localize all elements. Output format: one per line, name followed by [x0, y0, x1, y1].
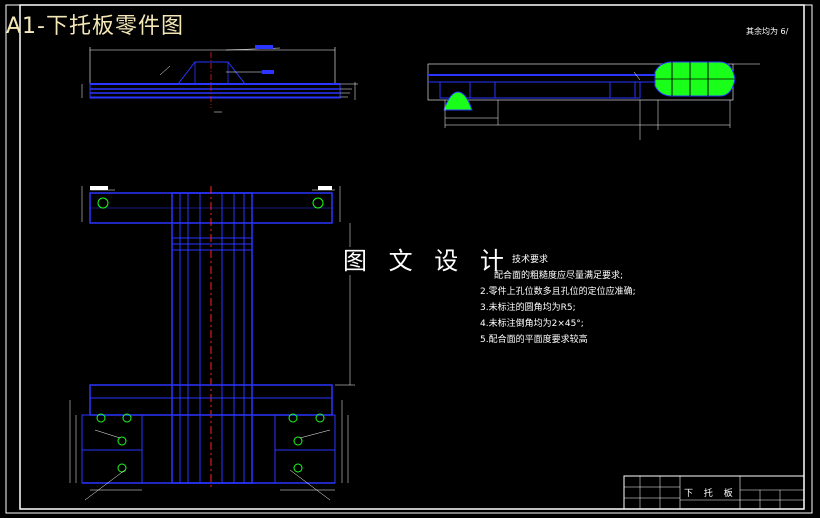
- technical-requirements: 技术要求 配合面的粗糙度应尽量满足要求; 2.零件上孔位数多且孔位的定位应准确;…: [480, 252, 636, 348]
- plan-view: [69, 186, 355, 501]
- drawing-title: A1-下托板零件图: [6, 14, 184, 39]
- side-view: [427, 61, 760, 140]
- requirement-item: 3.未标注的圆角均为R5;: [480, 303, 576, 313]
- requirement-item: 4.未标注倒角均为2×45°;: [480, 319, 584, 329]
- requirement-item: 配合面的粗糙度应尽量满足要求;: [494, 271, 624, 281]
- surface-roughness-note: 其余均为 6/: [746, 27, 789, 36]
- requirements-heading: 技术要求: [512, 255, 549, 265]
- drawing-canvas: A1-下托板零件图 其余均为 6/ 图 文 设 计 技术要求 配合面的粗糙度应尽…: [0, 0, 820, 518]
- part-name: 下 托 板: [684, 489, 737, 499]
- requirement-item: 2.零件上孔位数多且孔位的定位应准确;: [480, 287, 636, 297]
- requirement-item: 5.配合面的平面度要求较高: [480, 335, 588, 345]
- front-view: [81, 45, 358, 113]
